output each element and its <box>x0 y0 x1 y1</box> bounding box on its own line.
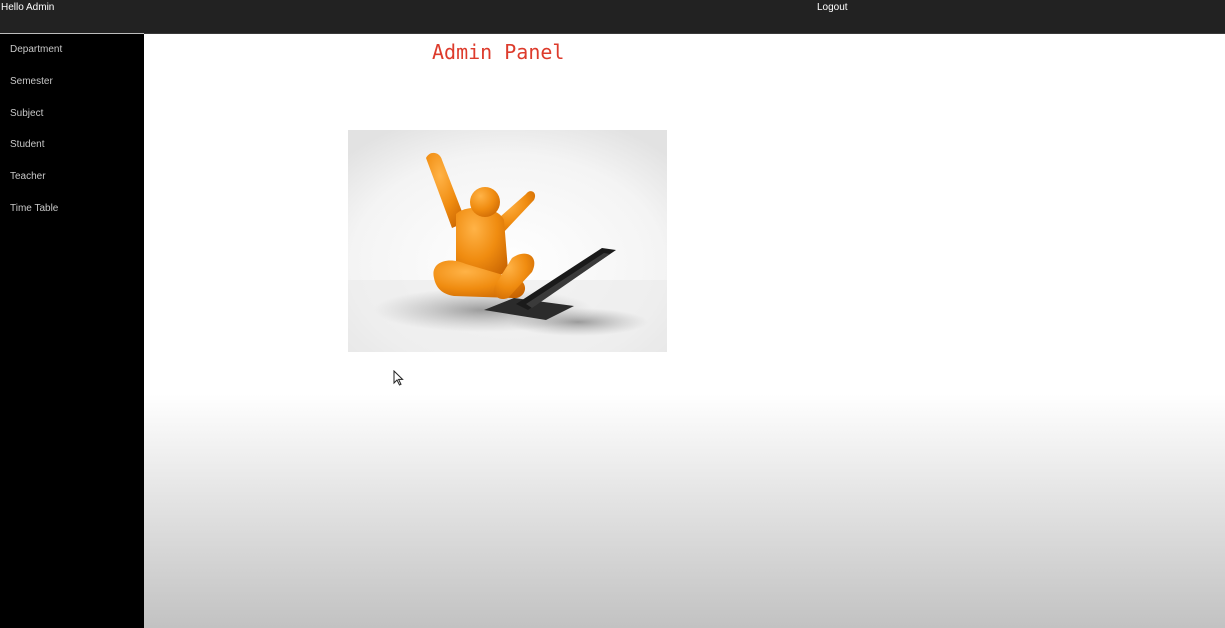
sidebar-item-time-table[interactable]: Time Table <box>0 193 144 225</box>
sidebar: Department Semester Subject Student Teac… <box>0 33 144 628</box>
sidebar-item-department[interactable]: Department <box>0 34 144 66</box>
mouse-cursor-icon <box>393 370 404 386</box>
page-title: Admin Panel <box>432 40 565 64</box>
main-content: Admin Panel <box>144 34 1225 628</box>
sidebar-item-teacher[interactable]: Teacher <box>0 161 144 193</box>
hero-image <box>348 130 667 352</box>
sidebar-item-semester[interactable]: Semester <box>0 66 144 98</box>
greeting-text: Hello Admin <box>1 2 55 13</box>
logout-link[interactable]: Logout <box>817 2 848 13</box>
sidebar-menu: Department Semester Subject Student Teac… <box>0 34 144 225</box>
sidebar-item-subject[interactable]: Subject <box>0 98 144 130</box>
top-bar: Hello Admin Logout <box>0 0 1225 34</box>
sidebar-item-student[interactable]: Student <box>0 129 144 161</box>
